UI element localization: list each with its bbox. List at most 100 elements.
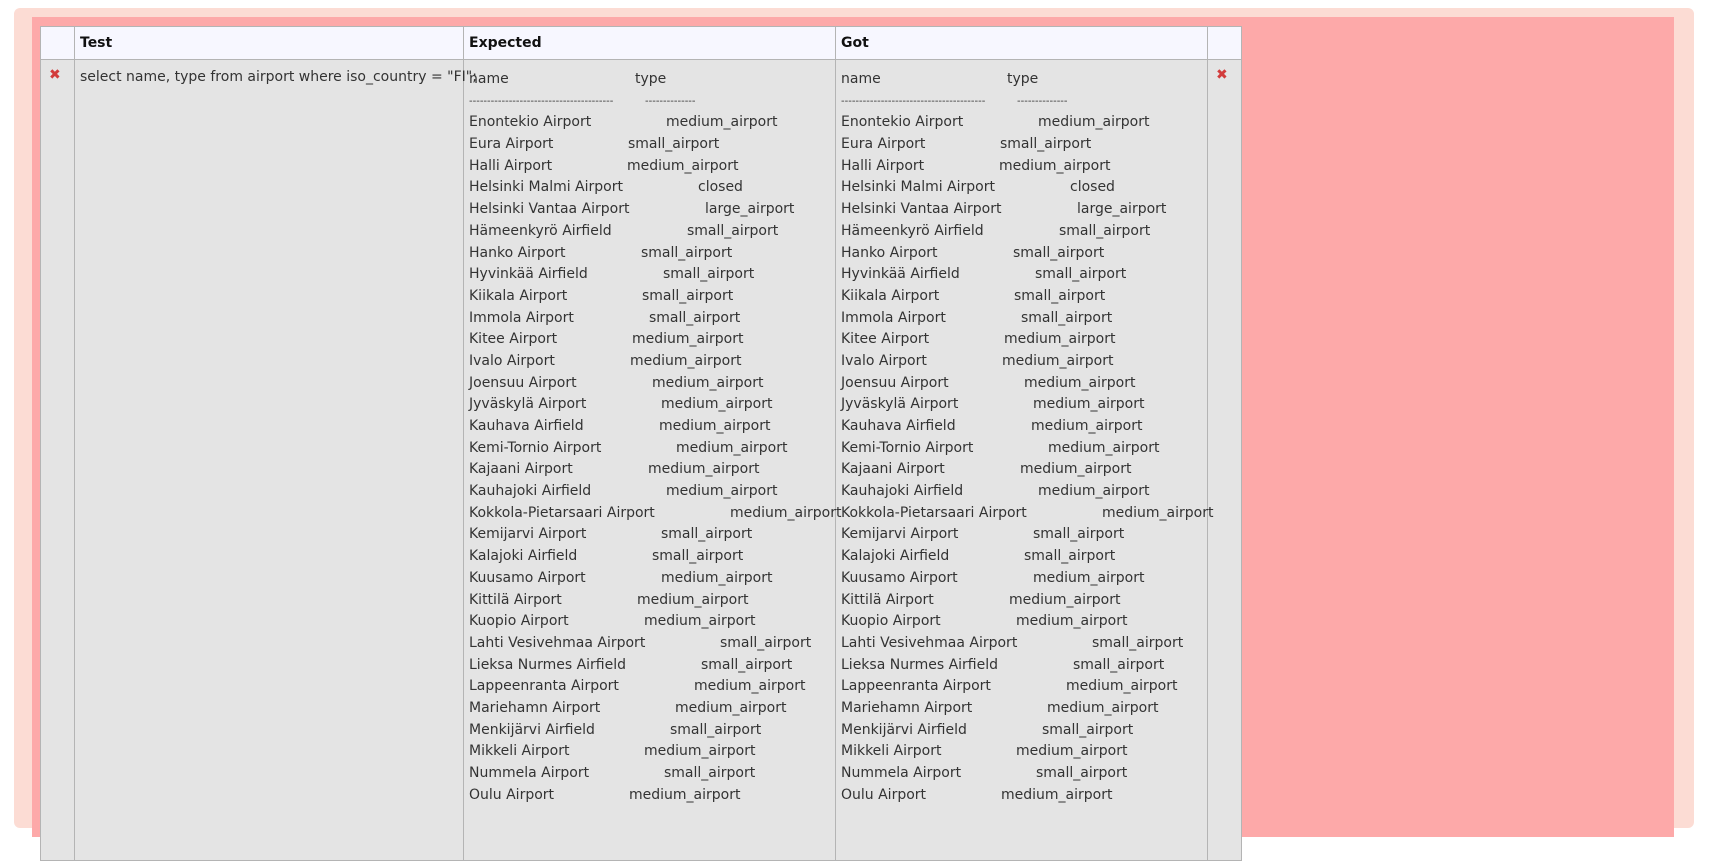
list-item: Eura Airport small_airport — [469, 134, 835, 156]
expected-name-value: Oulu Airport — [469, 786, 555, 803]
expected-type-value: small_airport — [661, 526, 753, 543]
list-item: Ivalo Airport medium_airport — [469, 351, 835, 373]
table-row: ✖ select name, type from airport where i… — [40, 59, 1242, 861]
expected-name-value: Mikkeli Airport — [469, 743, 570, 760]
list-item: Kitee Airport medium_airport — [469, 329, 835, 351]
got-type-value: small_airport — [1000, 136, 1092, 153]
list-item: Menkijärvi Airfield small_airport — [841, 720, 1207, 742]
got-type-value: medium_airport — [1031, 418, 1143, 434]
got-name-value: Kauhajoki Airfield — [841, 483, 964, 500]
expected-name-value: Kemijarvi Airport — [469, 526, 587, 543]
got-name-value: Kalajoki Airfield — [841, 548, 950, 565]
list-item: Lappeenranta Airport medium_airport — [841, 676, 1207, 698]
expected-type-value: large_airport — [705, 201, 795, 218]
expected-type-value: medium_airport — [648, 461, 760, 478]
expected-name-value: Helsinki Vantaa Airport — [469, 201, 630, 218]
got-name-value: Kitee Airport — [841, 331, 930, 348]
got-output: name type --------------------------------… — [836, 60, 1213, 806]
list-item: Hyvinkää Airfield small_airport — [469, 264, 835, 286]
list-item: Kuopio Airport medium_airport — [469, 611, 835, 633]
got-type-value: medium_airport — [1066, 678, 1178, 695]
expected-type-value: medium_airport — [630, 352, 742, 369]
got-name-value: Kajaani Airport — [841, 461, 945, 478]
expected-type-value: medium_airport — [659, 418, 771, 434]
expected-name-value: Lahti Vesivehmaa Airport — [469, 634, 646, 651]
got-type-value: small_airport — [1035, 266, 1127, 283]
list-item: Hämeenkyrö Airfield small_airport — [469, 221, 835, 243]
expected-type-value: small_airport — [641, 244, 733, 261]
got-type-value: small_airport — [1033, 526, 1125, 543]
list-item: Kemi-Tornio Airport medium_airport — [469, 438, 835, 460]
got-name-value: Nummela Airport — [841, 765, 962, 781]
expected-name-value: Ivalo Airport — [469, 352, 555, 369]
list-item: Kalajoki Airfield small_airport — [469, 546, 835, 568]
got-type-value: medium_airport — [1047, 699, 1159, 716]
list-item: Kajaani Airport medium_airport — [469, 459, 835, 481]
expected-cell: name type --------------------------------… — [463, 59, 841, 861]
got-name-value: Kokkola-Pietarsaari Airport — [841, 504, 1027, 521]
expected-type-value: medium_airport — [661, 396, 773, 413]
test-cell: select name, type from airport where iso… — [74, 59, 477, 861]
expected-name-value: Kauhajoki Airfield — [469, 483, 592, 500]
got-type-value: medium_airport — [1016, 613, 1128, 630]
expected-name-value: Kuusamo Airport — [469, 569, 586, 586]
expected-name-value: Kuopio Airport — [469, 613, 569, 630]
expected-type-value: small_airport — [720, 634, 812, 651]
list-item: Kemijarvi Airport small_airport — [841, 524, 1207, 546]
list-item: Kitee Airport medium_airport — [841, 329, 1207, 351]
list-item: Lahti Vesivehmaa Airport small_airport — [469, 633, 835, 655]
got-name-value: Kiikala Airport — [841, 287, 940, 304]
got-name-value: Halli Airport — [841, 157, 925, 174]
got-type-value: medium_airport — [1004, 331, 1116, 348]
expected-separator-line: ----------------------------------------… — [469, 91, 835, 113]
result-column-header — [1207, 26, 1242, 60]
expected-type-value: small_airport — [670, 721, 762, 738]
got-column-header: Got — [835, 26, 1208, 60]
list-item: Kauhajoki Airfield medium_airport — [841, 481, 1207, 503]
expected-name-value: Kittilä Airport — [469, 591, 562, 608]
expected-type-value: medium_airport — [675, 699, 787, 716]
got-name-value: Joensuu Airport — [841, 374, 949, 391]
got-name-value: Kuopio Airport — [841, 613, 941, 630]
got-name-value: Kemi-Tornio Airport — [841, 439, 974, 456]
expected-output: name type --------------------------------… — [464, 60, 841, 806]
list-item: Menkijärvi Airfield small_airport — [469, 720, 835, 742]
got-name-value: Lappeenranta Airport — [841, 678, 991, 695]
expected-name-value: Kemi-Tornio Airport — [469, 439, 602, 456]
test-query: select name, type from airport where iso… — [80, 69, 477, 85]
list-item: Helsinki Malmi Airport closed — [841, 177, 1207, 199]
got-type-value: medium_airport — [1038, 483, 1150, 500]
list-item: Joensuu Airport medium_airport — [469, 373, 835, 395]
list-item: Kittilä Airport medium_airport — [469, 590, 835, 612]
list-item: Kajaani Airport medium_airport — [841, 459, 1207, 481]
got-name-value: Mikkeli Airport — [841, 743, 942, 760]
list-item: Hanko Airport small_airport — [469, 243, 835, 265]
expected-type-value: medium_airport — [644, 743, 756, 760]
expected-type-value: small_airport — [628, 136, 720, 153]
list-item: Kemijarvi Airport small_airport — [469, 524, 835, 546]
expected-name-value: Halli Airport — [469, 157, 553, 174]
expected-type-value: medium_airport — [666, 114, 778, 131]
expected-type-value: small_airport — [664, 765, 756, 781]
list-item: Kiikala Airport small_airport — [841, 286, 1207, 308]
expected-name-value: Kajaani Airport — [469, 461, 573, 478]
got-type-value: small_airport — [1024, 548, 1116, 565]
got-name-value: Kemijarvi Airport — [841, 526, 959, 543]
expected-name-value: Lieksa Nurmes Airfield — [469, 656, 627, 673]
got-type-value: medium_airport — [1033, 569, 1145, 586]
expected-name-value: Hyvinkää Airfield — [469, 266, 588, 283]
list-item: Lieksa Nurmes Airfield small_airport — [841, 655, 1207, 677]
list-item: Kittilä Airport medium_airport — [841, 590, 1207, 612]
table-header-row: Test Expected Got — [40, 26, 1242, 60]
got-name-value: Menkijärvi Airfield — [841, 721, 967, 738]
got-type-value: small_airport — [1013, 244, 1105, 261]
expected-type-value: medium_airport — [627, 157, 739, 174]
list-item: Kuusamo Airport medium_airport — [469, 568, 835, 590]
list-item: Helsinki Vantaa Airport large_airport — [841, 199, 1207, 221]
got-type-value: large_airport — [1077, 201, 1167, 218]
close-icon: ✖ — [49, 67, 61, 83]
list-item: Enontekio Airport medium_airport — [841, 112, 1207, 134]
expected-name-value: Kitee Airport — [469, 331, 558, 348]
list-item: Lieksa Nurmes Airfield small_airport — [469, 655, 835, 677]
expected-name-value: Jyväskylä Airport — [469, 396, 587, 413]
